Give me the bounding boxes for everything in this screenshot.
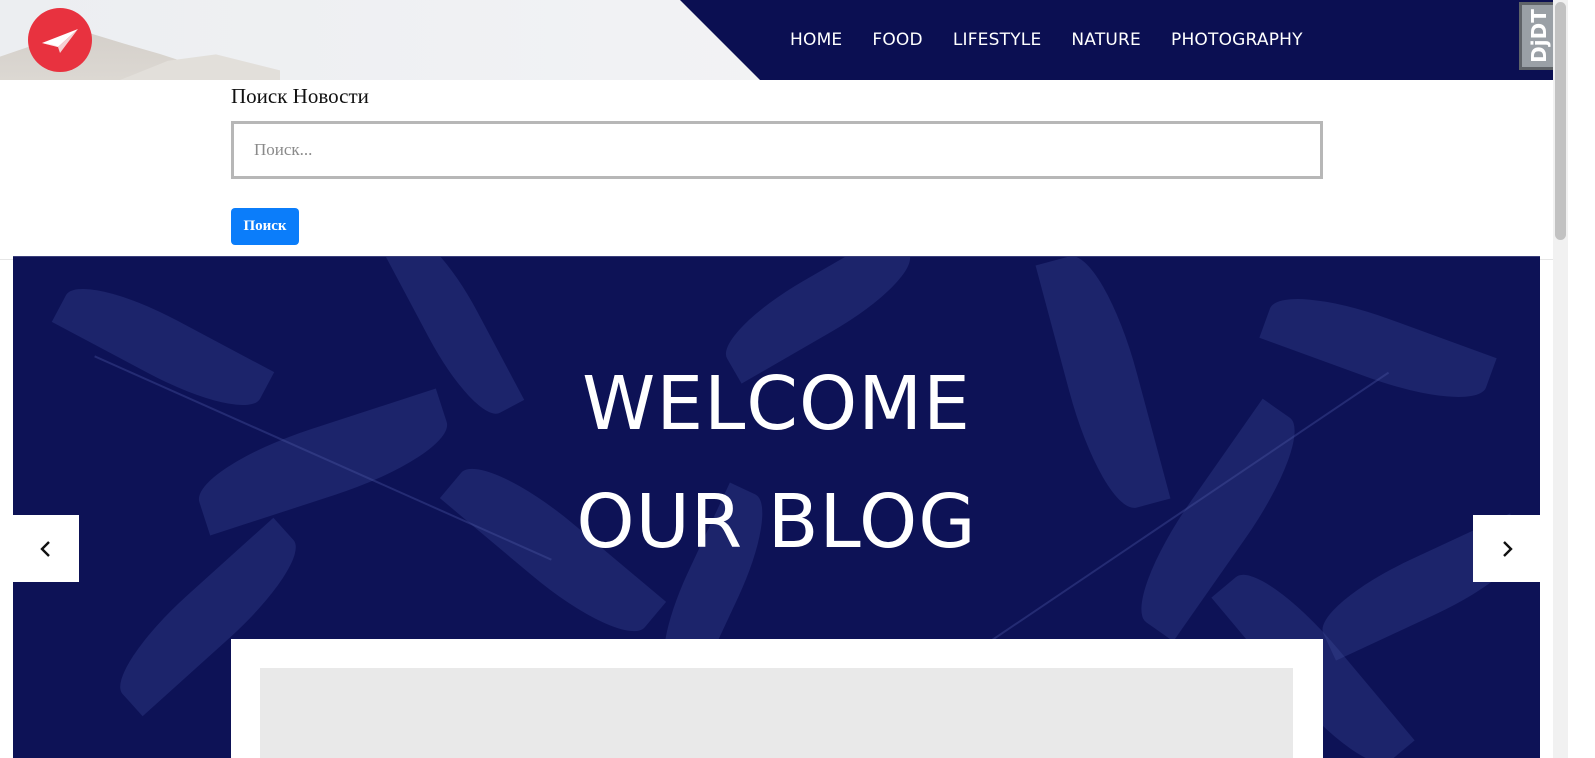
scrollbar-thumb[interactable]: [1555, 2, 1566, 240]
nav-photography[interactable]: PHOTOGRAPHY: [1171, 30, 1303, 50]
search-button[interactable]: Поиск: [231, 208, 299, 245]
hero-title-line2: OUR BLOG: [576, 479, 977, 565]
page-scrollbar[interactable]: [1553, 0, 1568, 758]
site-logo[interactable]: [28, 8, 92, 72]
debug-toolbar-label: DjDT: [1527, 9, 1552, 63]
featured-post-image: [260, 668, 1293, 758]
nav-lifestyle[interactable]: LIFESTYLE: [953, 30, 1042, 50]
nav-nature[interactable]: NATURE: [1071, 30, 1141, 50]
nav-home[interactable]: HOME: [790, 30, 842, 50]
slider-prev-button[interactable]: [12, 515, 79, 582]
hero-slider: WELCOME OUR BLOG: [13, 256, 1540, 758]
nav-food[interactable]: FOOD: [872, 30, 922, 50]
search-input[interactable]: [231, 121, 1323, 179]
slider-next-button[interactable]: [1473, 515, 1540, 582]
hero-title-line1: WELCOME: [582, 361, 971, 447]
search-title: Поиск Новости: [231, 84, 369, 108]
site-header: HOME FOOD LIFESTYLE NATURE PHOTOGRAPHY: [0, 0, 1568, 80]
chevron-right-icon: [1502, 540, 1513, 557]
featured-post-card[interactable]: [231, 639, 1323, 758]
main-nav: HOME FOOD LIFESTYLE NATURE PHOTOGRAPHY: [790, 0, 1333, 80]
chevron-left-icon: [39, 540, 50, 557]
paper-plane-icon: [42, 29, 78, 53]
